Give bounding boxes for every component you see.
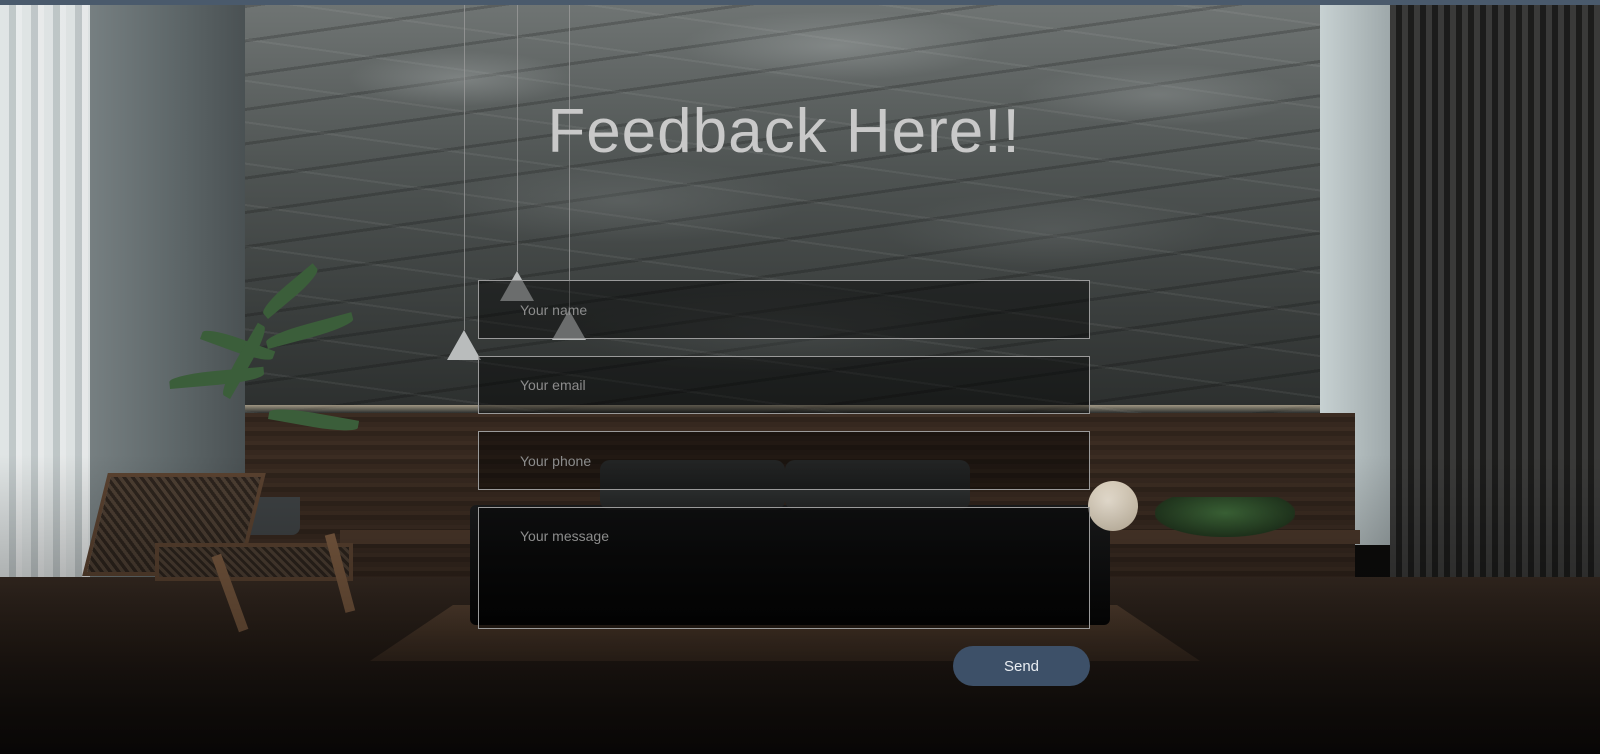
page-title: Feedback Here!!: [547, 97, 1021, 166]
name-input[interactable]: [478, 280, 1090, 339]
phone-input[interactable]: [478, 431, 1090, 490]
email-input[interactable]: [478, 356, 1090, 414]
message-textarea[interactable]: [478, 507, 1090, 629]
send-button[interactable]: Send: [953, 646, 1090, 686]
